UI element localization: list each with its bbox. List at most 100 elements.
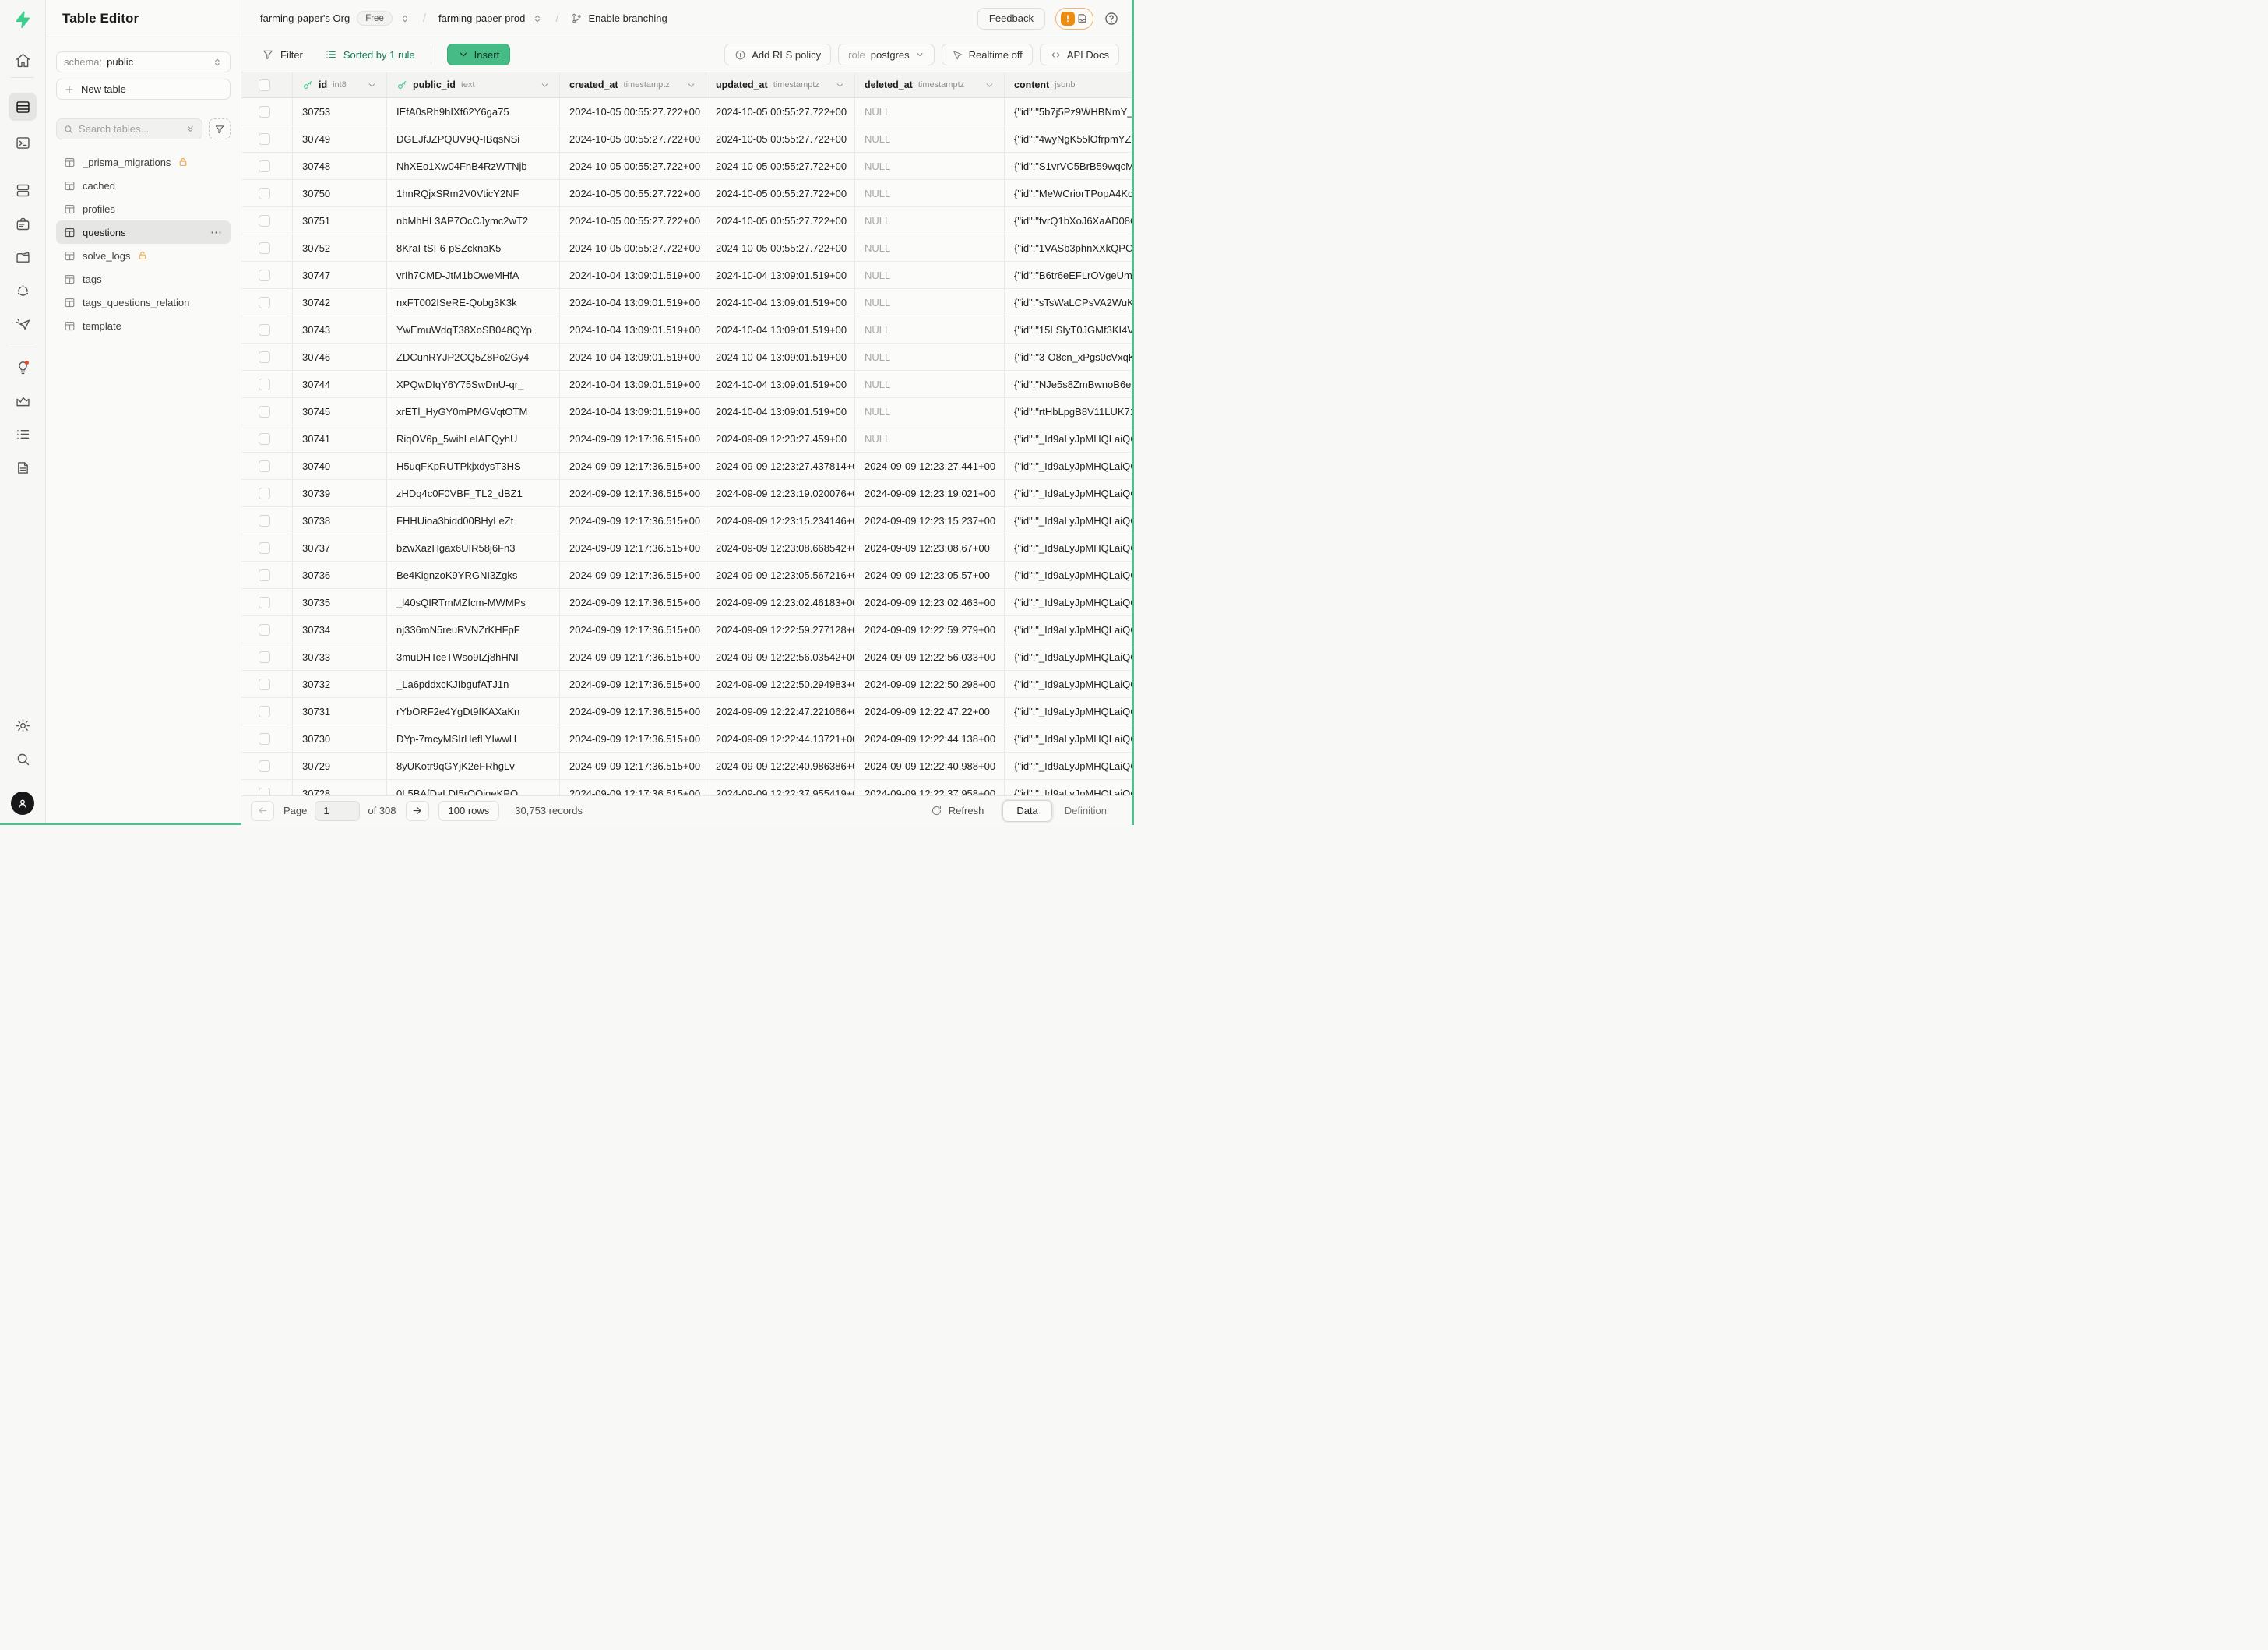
storage-icon[interactable]	[9, 243, 37, 271]
column-header-id[interactable]: idint8	[293, 72, 387, 97]
sort-button[interactable]: Sorted by 1 rule	[325, 48, 415, 61]
cell-id[interactable]: 30732	[293, 671, 387, 697]
cell-deleted_at[interactable]: 2024-09-09 12:22:50.298+00	[855, 671, 1005, 697]
cell-id[interactable]: 30730	[293, 725, 387, 752]
search-tables-field[interactable]	[79, 123, 181, 135]
table-editor-icon[interactable]	[9, 93, 37, 121]
cell-deleted_at[interactable]: NULL	[855, 398, 1005, 425]
cell-updated_at[interactable]: 2024-10-04 13:09:01.519+00	[706, 344, 855, 370]
cell-content[interactable]: {"id":"5b7j5Pz9WHBNmY_A	[1005, 98, 1132, 125]
cell-created_at[interactable]: 2024-09-09 12:17:36.515+00	[560, 753, 706, 779]
cell-content[interactable]: {"id":"sTsWaLCPsVA2WuK2	[1005, 289, 1132, 316]
cell-updated_at[interactable]: 2024-10-04 13:09:01.519+00	[706, 289, 855, 316]
cell-updated_at[interactable]: 2024-09-09 12:22:50.294983+00	[706, 671, 855, 697]
help-icon[interactable]	[1104, 11, 1119, 26]
cell-public_id[interactable]: xrETl_HyGY0mPMGVqtOTM	[387, 398, 560, 425]
cell-created_at[interactable]: 2024-10-05 00:55:27.722+00	[560, 153, 706, 179]
insert-button[interactable]: Insert	[447, 44, 511, 65]
row-checkbox[interactable]	[241, 507, 293, 534]
cell-public_id[interactable]: 0L5BAfDaLDI5rQOiqeKPO	[387, 780, 560, 795]
enable-branching-button[interactable]: Enable branching	[571, 12, 667, 24]
cell-content[interactable]: {"id":"3-O8cn_xPgs0cVxqKE	[1005, 344, 1132, 370]
cell-public_id[interactable]: 8KraI-tSI-6-pSZcknaK5	[387, 234, 560, 261]
row-checkbox[interactable]	[241, 643, 293, 670]
cell-deleted_at[interactable]: 2024-09-09 12:22:37.958+00	[855, 780, 1005, 795]
row-checkbox[interactable]	[241, 316, 293, 343]
cell-id[interactable]: 30738	[293, 507, 387, 534]
column-header-deleted_at[interactable]: deleted_attimestamptz	[855, 72, 1005, 97]
cell-created_at[interactable]: 2024-09-09 12:17:36.515+00	[560, 562, 706, 588]
column-header-updated_at[interactable]: updated_attimestamptz	[706, 72, 855, 97]
cell-public_id[interactable]: Be4KignzoK9YRGNI3Zgks	[387, 562, 560, 588]
cell-created_at[interactable]: 2024-09-09 12:17:36.515+00	[560, 698, 706, 725]
row-checkbox[interactable]	[241, 725, 293, 752]
cell-id[interactable]: 30737	[293, 534, 387, 561]
cell-public_id[interactable]: bzwXazHgax6UIR58j6Fn3	[387, 534, 560, 561]
filter-button[interactable]: Filter	[262, 48, 303, 61]
cell-id[interactable]: 30748	[293, 153, 387, 179]
row-checkbox[interactable]	[241, 698, 293, 725]
cell-public_id[interactable]: IEfA0sRh9hIXf62Y6ga75	[387, 98, 560, 125]
cell-content[interactable]: {"id":"_Id9aLyJpMHQLaiQG	[1005, 753, 1132, 779]
sidebar-table-questions[interactable]: questions⋯	[56, 220, 231, 244]
api-docs-button[interactable]: API Docs	[1040, 44, 1119, 65]
cell-id[interactable]: 30743	[293, 316, 387, 343]
cell-deleted_at[interactable]: 2024-09-09 12:23:05.57+00	[855, 562, 1005, 588]
cell-id[interactable]: 30752	[293, 234, 387, 261]
cell-public_id[interactable]: nj336mN5reuRVNZrKHFpF	[387, 616, 560, 643]
row-checkbox[interactable]	[241, 753, 293, 779]
cell-id[interactable]: 30751	[293, 207, 387, 234]
cell-deleted_at[interactable]: NULL	[855, 289, 1005, 316]
cell-deleted_at[interactable]: 2024-09-09 12:23:27.441+00	[855, 453, 1005, 479]
cell-deleted_at[interactable]: NULL	[855, 371, 1005, 397]
cell-public_id[interactable]: _l40sQIRTmMZfcm-MWMPs	[387, 589, 560, 615]
row-checkbox[interactable]	[241, 262, 293, 288]
cell-content[interactable]: {"id":"_Id9aLyJpMHQLaiQG	[1005, 562, 1132, 588]
column-menu-icon[interactable]	[367, 80, 377, 90]
cell-updated_at[interactable]: 2024-09-09 12:22:56.03542+00	[706, 643, 855, 670]
cell-deleted_at[interactable]: NULL	[855, 125, 1005, 152]
realtime-icon[interactable]	[9, 310, 37, 338]
cell-id[interactable]: 30745	[293, 398, 387, 425]
cell-updated_at[interactable]: 2024-10-05 00:55:27.722+00	[706, 180, 855, 206]
logs-icon[interactable]	[9, 420, 37, 448]
column-header-created_at[interactable]: created_attimestamptz	[560, 72, 706, 97]
table-menu-button[interactable]: ⋯	[210, 227, 223, 238]
cell-id[interactable]: 30747	[293, 262, 387, 288]
org-switcher-icon[interactable]	[400, 13, 410, 24]
cell-public_id[interactable]: RiqOV6p_5wihLeIAEQyhU	[387, 425, 560, 452]
cell-updated_at[interactable]: 2024-09-09 12:22:47.221066+00	[706, 698, 855, 725]
cell-deleted_at[interactable]: 2024-09-09 12:23:02.463+00	[855, 589, 1005, 615]
cell-content[interactable]: {"id":"1VASb3phnXXkQPCpv	[1005, 234, 1132, 261]
cell-public_id[interactable]: H5uqFKpRUTPkjxdysT3HS	[387, 453, 560, 479]
cell-content[interactable]: {"id":"S1vrVC5BrB59wqcM4	[1005, 153, 1132, 179]
tab-definition[interactable]: Definition	[1052, 805, 1119, 816]
cell-updated_at[interactable]: 2024-10-05 00:55:27.722+00	[706, 234, 855, 261]
cell-content[interactable]: {"id":"_Id9aLyJpMHQLaiQG	[1005, 725, 1132, 752]
row-checkbox[interactable]	[241, 98, 293, 125]
project-switcher-icon[interactable]	[532, 13, 543, 24]
page-number-input[interactable]	[315, 801, 360, 821]
row-checkbox[interactable]	[241, 125, 293, 152]
cell-deleted_at[interactable]: 2024-09-09 12:22:56.033+00	[855, 643, 1005, 670]
column-menu-icon[interactable]	[835, 80, 845, 90]
cell-content[interactable]: {"id":"_Id9aLyJpMHQLaiQG	[1005, 616, 1132, 643]
cell-created_at[interactable]: 2024-10-05 00:55:27.722+00	[560, 234, 706, 261]
cell-deleted_at[interactable]: NULL	[855, 316, 1005, 343]
cell-public_id[interactable]: 1hnRQjxSRm2V0VticY2NF	[387, 180, 560, 206]
cell-deleted_at[interactable]: NULL	[855, 234, 1005, 261]
cell-updated_at[interactable]: 2024-09-09 12:23:08.668542+00	[706, 534, 855, 561]
cell-updated_at[interactable]: 2024-09-09 12:22:40.986386+00	[706, 753, 855, 779]
prev-page-button[interactable]	[251, 801, 274, 821]
cell-public_id[interactable]: YwEmuWdqT38XoSB048QYp	[387, 316, 560, 343]
cell-public_id[interactable]: rYbORF2e4YgDt9fKAXaKn	[387, 698, 560, 725]
row-checkbox[interactable]	[241, 425, 293, 452]
cell-content[interactable]: {"id":"B6tr6eEFLrOVgeUmH	[1005, 262, 1132, 288]
cell-updated_at[interactable]: 2024-10-05 00:55:27.722+00	[706, 207, 855, 234]
cell-updated_at[interactable]: 2024-10-05 00:55:27.722+00	[706, 125, 855, 152]
cell-deleted_at[interactable]: NULL	[855, 153, 1005, 179]
row-checkbox[interactable]	[241, 534, 293, 561]
next-page-button[interactable]	[406, 801, 429, 821]
cell-created_at[interactable]: 2024-10-04 13:09:01.519+00	[560, 398, 706, 425]
cell-public_id[interactable]: 3muDHTceTWso9IZj8hHNI	[387, 643, 560, 670]
